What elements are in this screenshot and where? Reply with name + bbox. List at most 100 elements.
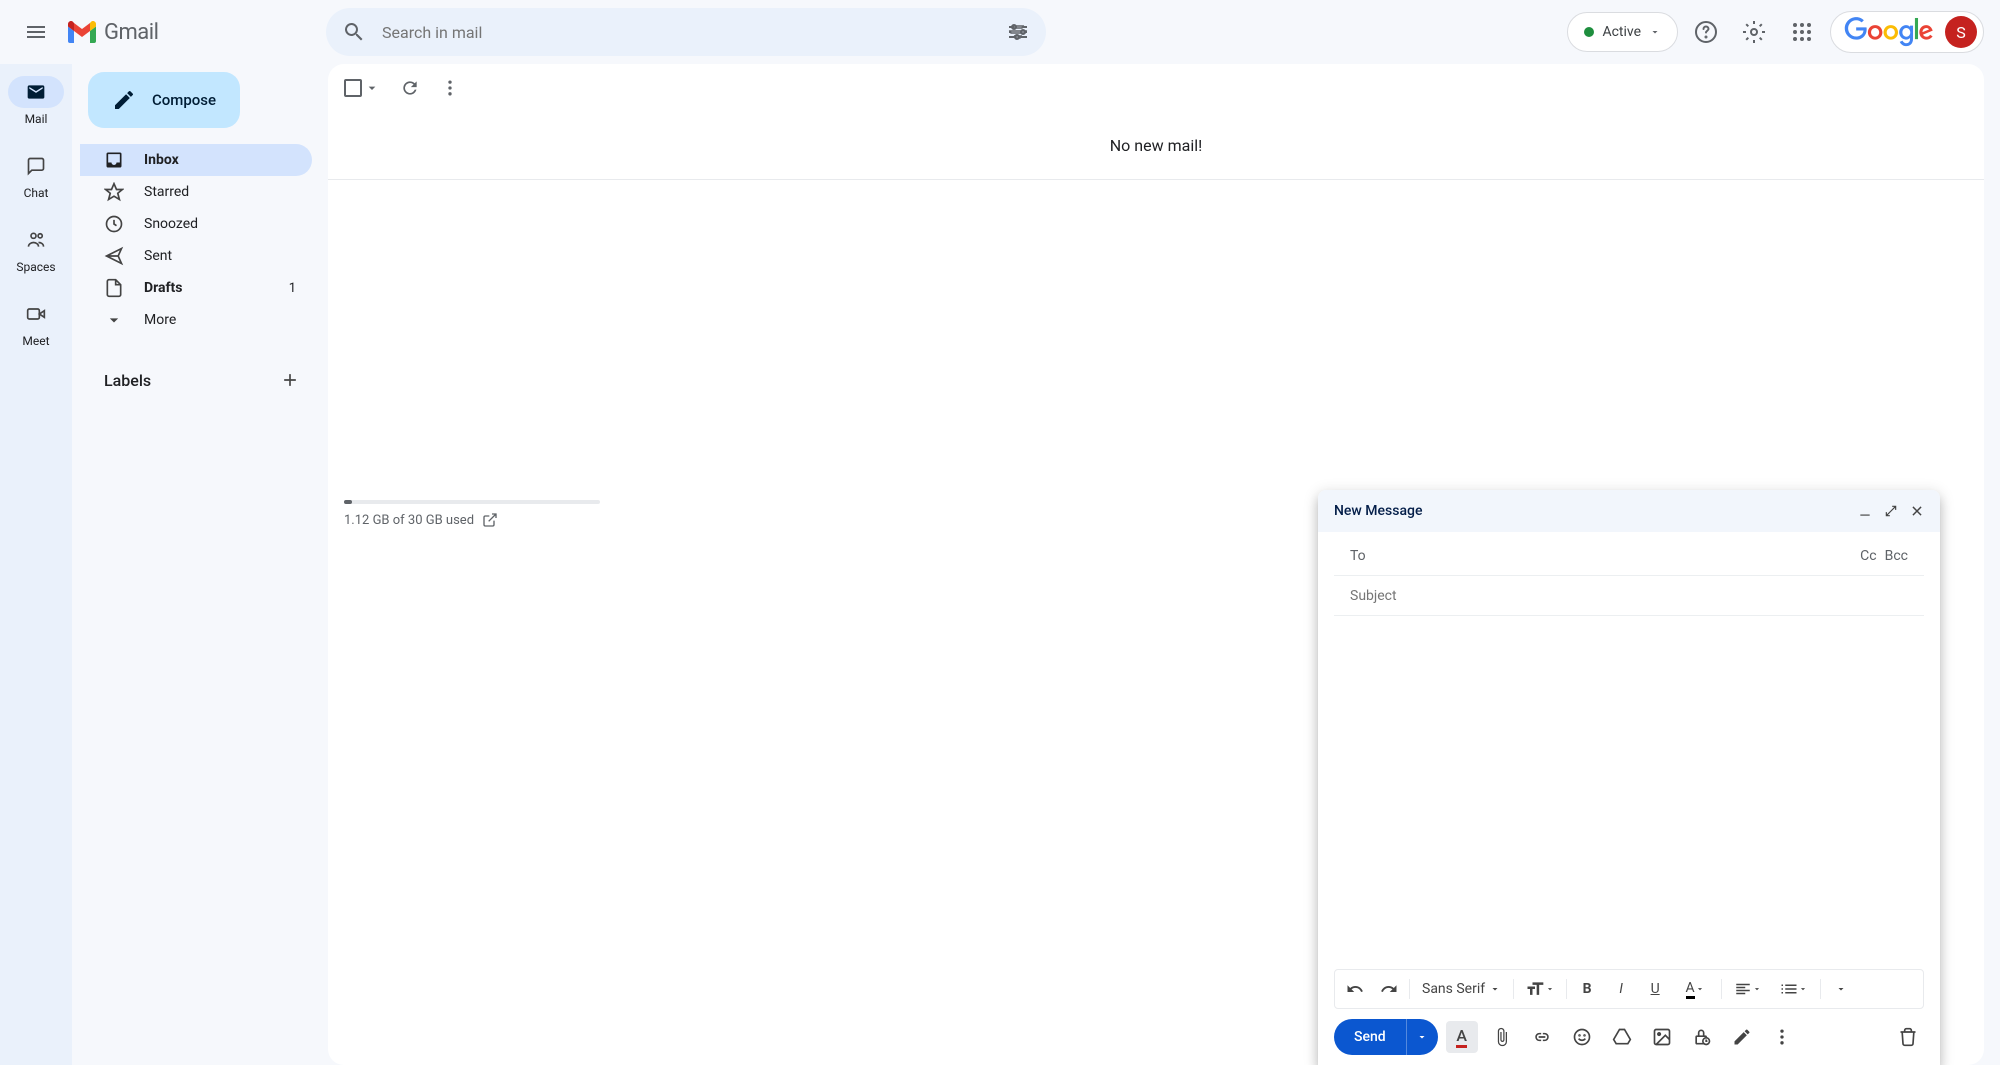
underline-button[interactable]: U [1639,973,1671,1005]
dropdown-icon [1489,983,1501,995]
emoji-icon [1572,1027,1592,1047]
settings-button[interactable] [1734,12,1774,52]
attachment-icon [1492,1027,1512,1047]
rail-label: Spaces [16,260,55,274]
compose-header[interactable]: New Message [1318,490,1940,532]
search-bar[interactable] [326,8,1046,56]
refresh-icon [400,78,420,98]
undo-button[interactable] [1339,973,1371,1005]
compose-footer: Send A [1318,1009,1940,1065]
dropdown-icon [1649,26,1661,38]
support-button[interactable] [1686,12,1726,52]
apps-button[interactable] [1782,12,1822,52]
more-vert-icon [1772,1027,1792,1047]
text-color-button[interactable]: A [1673,973,1717,1005]
italic-button[interactable]: I [1605,973,1637,1005]
compose-body[interactable] [1318,616,1940,969]
avatar[interactable]: S [1945,16,1977,48]
minimize-icon [1858,504,1872,518]
more-formatting-button[interactable] [1825,973,1857,1005]
search-input[interactable] [382,23,1006,42]
fullscreen-button[interactable] [1884,504,1898,518]
compose-button[interactable]: Compose [88,72,240,128]
bcc-button[interactable]: Bcc [1885,548,1908,564]
minimize-button[interactable] [1858,504,1872,518]
account-section[interactable]: S [1830,11,1984,53]
status-selector[interactable]: Active [1567,12,1678,52]
redo-icon [1380,980,1398,998]
to-label: To [1350,548,1366,564]
sidebar-item-inbox[interactable]: Inbox [80,144,312,176]
subject-input[interactable] [1350,588,1908,604]
font-selector[interactable]: Sans Serif [1414,981,1509,997]
meet-icon [26,304,46,324]
inbox-icon [104,150,124,170]
chevron-down-icon [104,310,124,330]
insert-emoji-button[interactable] [1566,1021,1598,1053]
list-button[interactable] [1772,973,1816,1005]
send-icon [104,246,124,266]
sidebar-item-more[interactable]: More [80,304,312,336]
undo-icon [1346,980,1364,998]
mail-toolbar [328,64,1984,112]
list-icon [1780,980,1798,998]
labels-header: Labels [80,360,320,400]
redo-button[interactable] [1373,973,1405,1005]
dropdown-icon [1835,983,1847,995]
rail-item-chat[interactable]: Chat [0,146,72,204]
insert-link-button[interactable] [1526,1021,1558,1053]
sidebar-item-starred[interactable]: Starred [80,176,312,208]
close-icon [1910,504,1924,518]
close-button[interactable] [1910,504,1924,518]
send-options-button[interactable] [1406,1019,1438,1055]
search-options-icon[interactable] [1006,20,1030,44]
header-right: Active S [1567,11,1992,53]
fullscreen-icon [1884,504,1898,518]
align-button[interactable] [1726,973,1770,1005]
rail-item-mail[interactable]: Mail [0,72,72,130]
pencil-icon [112,88,136,112]
more-vert-icon [440,78,460,98]
more-actions-button[interactable] [440,78,460,98]
rail-item-meet[interactable]: Meet [0,294,72,352]
star-icon [104,182,124,202]
trash-icon [1898,1027,1918,1047]
cc-button[interactable]: Cc [1860,548,1876,564]
gear-icon [1742,20,1766,44]
insert-signature-button[interactable] [1726,1021,1758,1053]
discard-draft-button[interactable] [1892,1021,1924,1053]
insert-drive-button[interactable] [1606,1021,1638,1053]
to-input[interactable] [1378,548,1860,564]
dropdown-icon [1798,984,1808,994]
add-label-button[interactable] [280,370,300,390]
hamburger-icon [24,20,48,44]
formatting-toggle-button[interactable]: A [1446,1021,1478,1053]
sidebar-item-sent[interactable]: Sent [80,240,312,272]
bold-button[interactable]: B [1571,973,1603,1005]
checkbox-icon [344,79,362,97]
link-icon [1532,1027,1552,1047]
rail-item-spaces[interactable]: Spaces [0,220,72,278]
more-options-button[interactable] [1766,1021,1798,1053]
help-icon [1694,20,1718,44]
image-icon [1652,1027,1672,1047]
insert-photo-button[interactable] [1646,1021,1678,1053]
refresh-button[interactable] [400,78,420,98]
font-size-button[interactable] [1518,973,1562,1005]
sidebar-item-drafts[interactable]: Drafts 1 [80,272,312,304]
dropdown-icon [1545,984,1555,994]
sidebar: Compose Inbox Starred Snoozed Sent Draft… [72,64,328,408]
dropdown-icon [1416,1031,1428,1043]
select-all[interactable] [344,79,380,97]
status-label: Active [1602,24,1641,40]
send-button-group: Send [1334,1019,1438,1055]
compose-window: New Message To Cc Bcc Sans Serif B I U A [1318,490,1940,1065]
attach-file-button[interactable] [1486,1021,1518,1053]
confidential-mode-button[interactable] [1686,1021,1718,1053]
main-menu-button[interactable] [12,8,60,56]
gmail-logo[interactable]: Gmail [68,20,158,45]
open-external-icon[interactable] [482,512,498,528]
sidebar-item-snoozed[interactable]: Snoozed [80,208,312,240]
send-button[interactable]: Send [1334,1019,1406,1055]
rail-label: Meet [22,334,49,348]
